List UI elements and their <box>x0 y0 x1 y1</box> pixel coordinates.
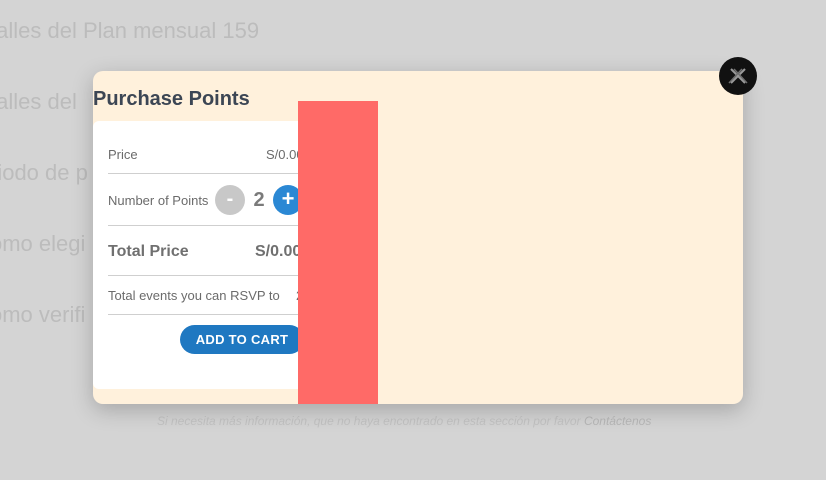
bg-heading-2: talles del <box>0 89 77 114</box>
contact-link[interactable]: Contáctenos <box>584 414 651 428</box>
divider <box>108 275 305 276</box>
bg-heading-5: ómo verifi <box>0 302 86 327</box>
total-value: S/0.00 <box>255 243 302 260</box>
price-label: Price <box>108 147 138 162</box>
divider <box>108 314 305 315</box>
rsvp-row: Total events you can RSVP to 2 <box>108 288 305 303</box>
add-to-cart-button[interactable]: ADD TO CART <box>180 325 304 354</box>
bg-footer-text: Si necesita más información, que no haya… <box>157 414 651 428</box>
close-button[interactable] <box>719 57 757 95</box>
rsvp-label: Total events you can RSVP to <box>108 288 280 303</box>
points-label: Number of Points <box>108 193 209 208</box>
divider <box>108 173 305 174</box>
bg-heading-3: riodo de p <box>0 160 88 185</box>
purchase-card: Price S/0.00 Number of Points - 2 + Tota… <box>93 121 305 389</box>
bg-heading-4: ómo elegi <box>0 231 86 256</box>
bg-footer-message: Si necesita más información, que no haya… <box>157 414 581 428</box>
purchase-points-modal: Purchase Points Price S/0.00 Number of P… <box>93 71 743 404</box>
total-row: Total Price S/0.00 <box>108 243 305 261</box>
divider <box>108 225 305 226</box>
price-row: Price S/0.00 <box>108 147 305 162</box>
close-icon <box>728 68 748 84</box>
modal-title: Purchase Points <box>93 88 250 110</box>
decrease-points-button[interactable]: - <box>215 185 245 215</box>
points-quantity: 2 <box>253 189 265 211</box>
bg-heading-1: talles del Plan mensual 159 <box>0 18 260 43</box>
total-label: Total Price <box>108 243 189 260</box>
red-overlay-block <box>298 101 378 404</box>
